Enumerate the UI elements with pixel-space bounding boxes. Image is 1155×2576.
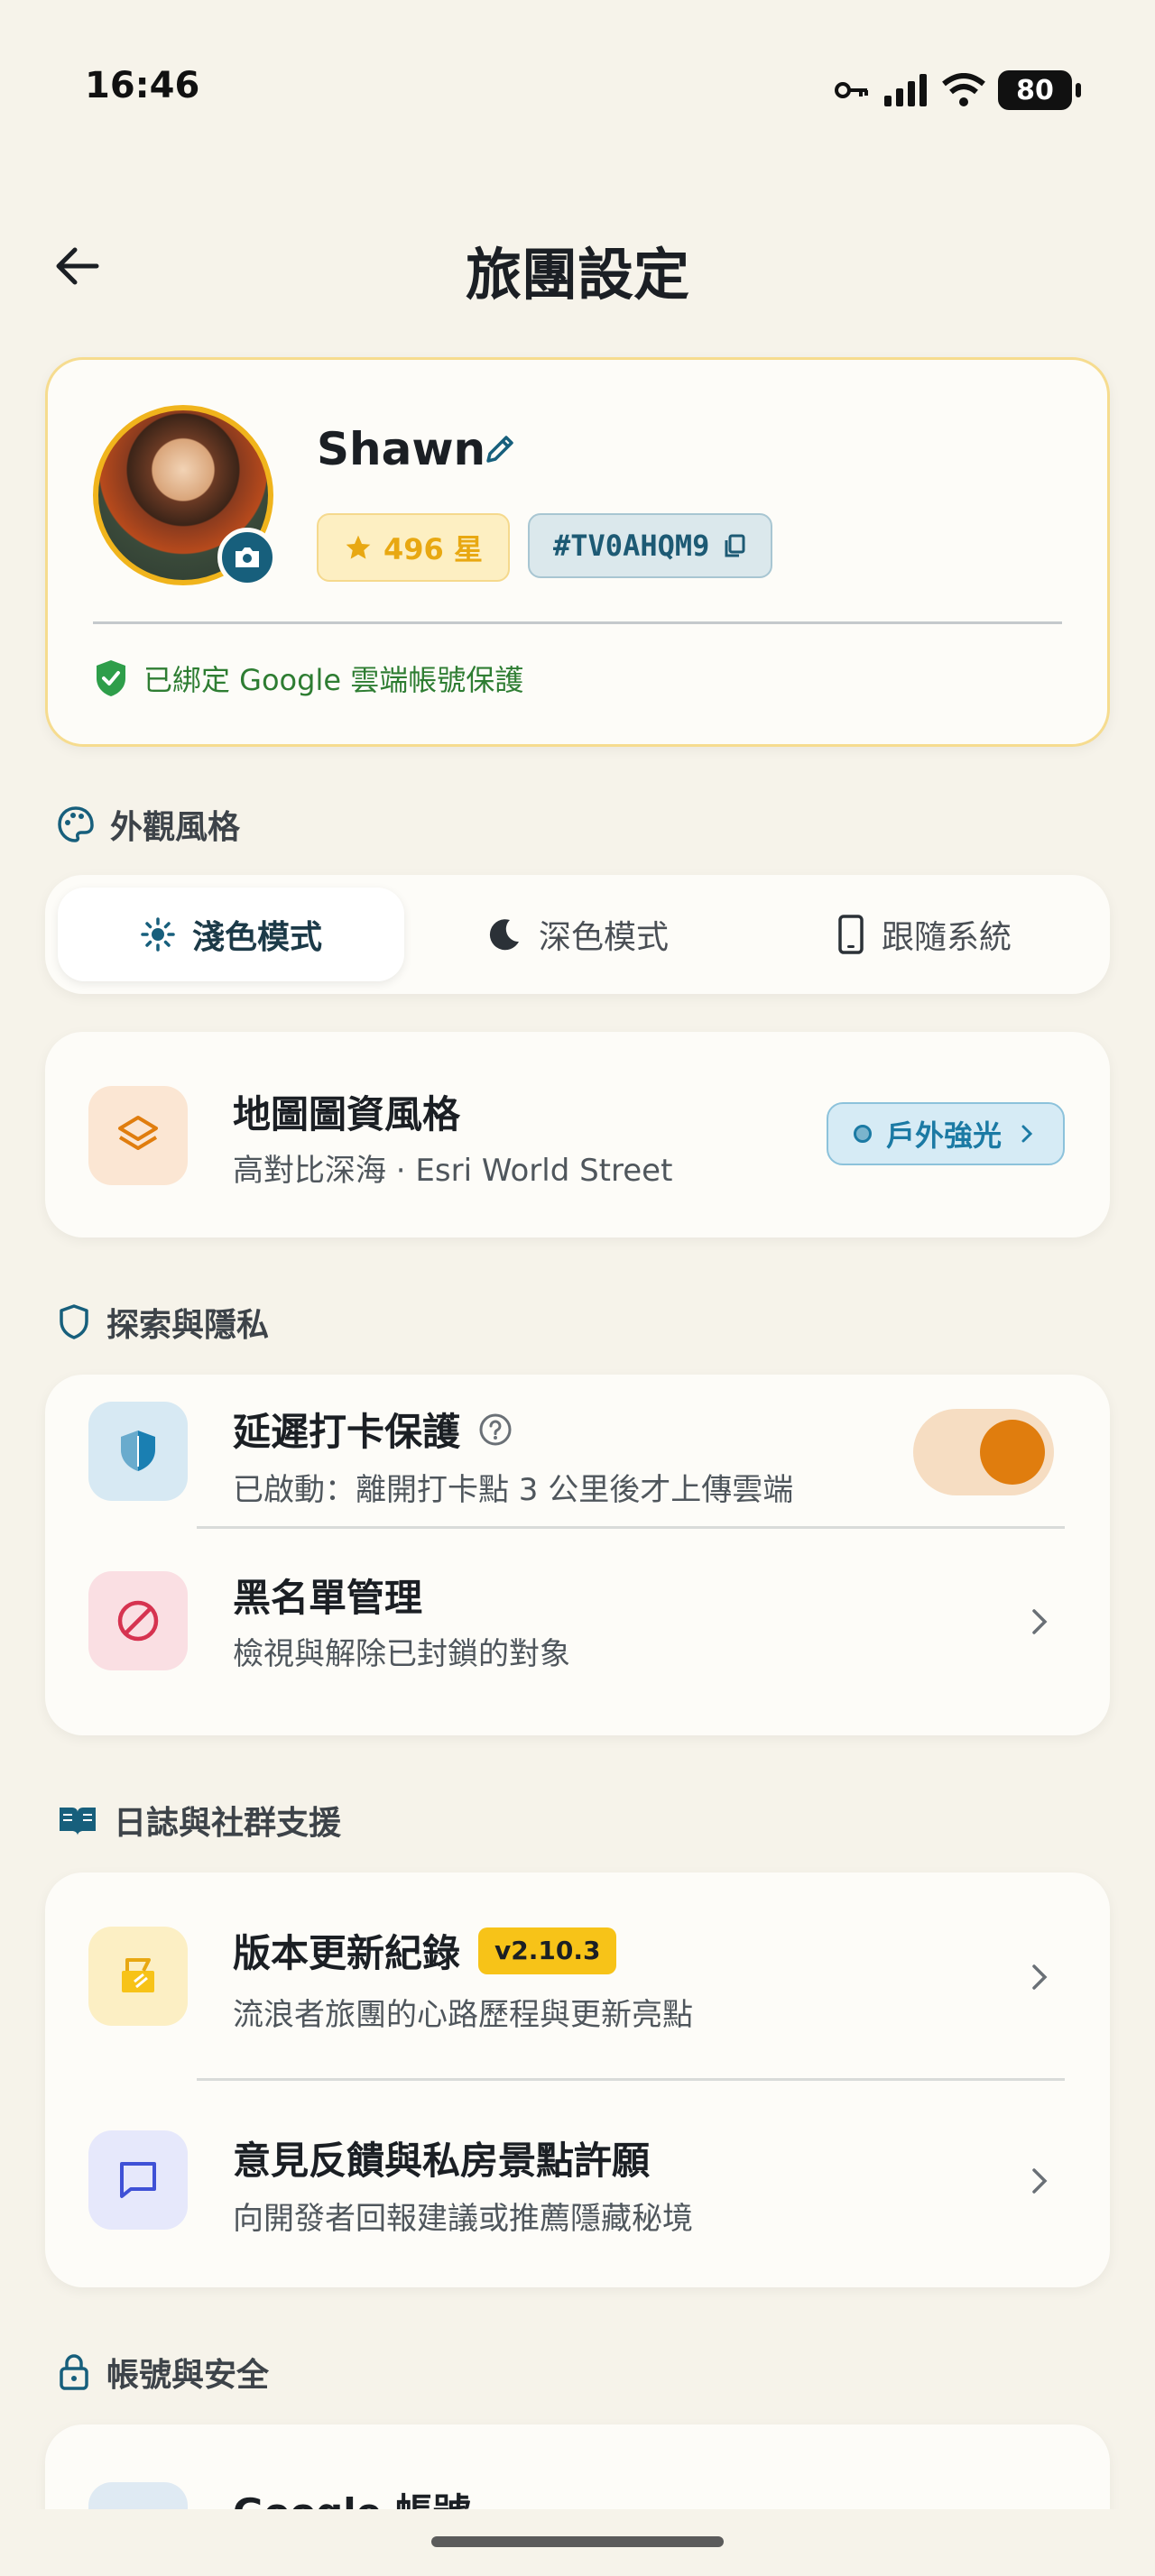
copy-icon — [725, 534, 745, 557]
moon-icon — [489, 919, 519, 951]
verified-shield-icon — [97, 660, 125, 696]
theme-dark-option[interactable]: 深色模式 — [404, 888, 751, 981]
map-style-card[interactable]: 地圖圖資風格 高對比深海 · Esri World Street 戶外強光 — [45, 1032, 1110, 1237]
section-support: 日誌與社群支援 — [56, 1797, 341, 1844]
divider — [93, 621, 1062, 624]
delay-toggle[interactable] — [913, 1409, 1054, 1495]
section-appearance: 外觀風格 — [56, 801, 240, 848]
theme-dark-label: 深色模式 — [538, 919, 669, 956]
help-icon[interactable] — [478, 1412, 513, 1447]
section-privacy-label: 探索與隱私 — [106, 1307, 270, 1344]
user-id-badge[interactable]: #TV0AHQM9 — [528, 513, 773, 578]
delay-checkin-row: 延遲打卡保護 已啟動：離開打卡點 3 公里後才上傳雲端 — [45, 1375, 1110, 1528]
release-notes-icon — [122, 1958, 154, 1992]
edit-name-icon[interactable] — [481, 428, 521, 468]
section-support-label: 日誌與社群支援 — [114, 1805, 342, 1842]
section-account: 帳號與安全 — [56, 2349, 269, 2396]
security-shield-icon — [121, 1431, 155, 1471]
status-icons: 80 — [834, 69, 1081, 112]
map-style-title-text: 地圖圖資風格 — [233, 1092, 461, 1136]
status-time: 16:46 — [85, 65, 200, 106]
lock-icon — [60, 2354, 88, 2390]
section-account-label: 帳號與安全 — [106, 2357, 270, 2394]
changelog-icon-box — [88, 1927, 188, 2026]
changelog-title-text: 版本更新紀錄 — [233, 1931, 461, 1975]
camera-icon — [236, 547, 259, 567]
feedback-icon-box — [88, 2130, 188, 2230]
book-icon — [60, 1808, 96, 1835]
profile-card: Shawn 496 星 #TV0AHQM9 已綁定 Google 雲端帳號保護 — [45, 357, 1110, 747]
delay-icon-box — [88, 1402, 188, 1501]
sun-icon — [141, 917, 175, 952]
status-bar: 16:46 80 — [0, 0, 1155, 180]
phone-icon — [838, 915, 864, 954]
chevron-right-icon — [1032, 1609, 1048, 1634]
changelog-subtitle: 流浪者旅團的心路歷程與更新亮點 — [233, 1997, 693, 2033]
google-status-text: 已綁定 Google 雲端帳號保護 — [143, 663, 524, 697]
delay-title: 延遲打卡保護 — [233, 1402, 513, 1457]
page-title: 旅團設定 — [465, 242, 689, 308]
user-id: #TV0AHQM9 — [553, 529, 710, 563]
theme-system-label: 跟隨系統 — [881, 919, 1012, 956]
header: 旅團設定 — [0, 216, 1155, 308]
chevron-right-icon — [1032, 2168, 1048, 2194]
map-mode-label: 戶外強光 — [885, 1118, 1002, 1153]
battery-indicator: 80 — [998, 70, 1081, 110]
toggle-knob — [980, 1420, 1045, 1485]
theme-system-option[interactable]: 跟隨系統 — [751, 888, 1097, 981]
feedback-row[interactable]: 意見反饋與私房景點許願 向開發者回報建議或推薦隱藏秘境 — [45, 2080, 1110, 2287]
stars-count: 496 星 — [383, 532, 483, 566]
section-appearance-label: 外觀風格 — [110, 809, 241, 846]
vpn-key-icon — [835, 82, 868, 98]
chevron-right-icon — [1021, 1125, 1033, 1143]
delay-title-text: 延遲打卡保護 — [233, 1410, 461, 1454]
palette-icon — [58, 806, 94, 842]
blacklist-title: 黑名單管理 — [233, 1568, 422, 1623]
map-layers-icon-box — [88, 1086, 188, 1185]
map-style-title: 地圖圖資風格 — [233, 1084, 460, 1139]
section-privacy: 探索與隱私 — [56, 1299, 269, 1346]
version-badge: v2.10.3 — [478, 1927, 617, 1974]
feedback-title-text: 意見反饋與私房景點許願 — [233, 2139, 651, 2183]
user-name: Shawn — [317, 423, 486, 475]
star-icon — [346, 535, 371, 559]
status-dot — [853, 1125, 872, 1143]
feedback-title: 意見反饋與私房景點許願 — [233, 2130, 650, 2185]
changelog-row[interactable]: 版本更新紀錄 v2.10.3 流浪者旅團的心路歷程與更新亮點 — [45, 1872, 1110, 2080]
chat-icon — [120, 2162, 156, 2198]
map-style-subtitle: 高對比深海 · Esri World Street — [233, 1153, 673, 1189]
feedback-subtitle: 向開發者回報建議或推薦隱藏秘境 — [233, 2201, 693, 2237]
shield-icon — [60, 1304, 88, 1339]
home-indicator[interactable] — [431, 2536, 724, 2547]
layers-icon — [118, 1116, 158, 1150]
stars-badge: 496 星 — [317, 513, 510, 582]
change-avatar-button[interactable] — [217, 528, 277, 587]
chevron-right-icon — [1032, 1964, 1048, 1990]
blacklist-title-text: 黑名單管理 — [233, 1576, 423, 1620]
theme-light-option[interactable]: 淺色模式 — [58, 888, 404, 981]
map-mode-pill[interactable]: 戶外強光 — [826, 1102, 1065, 1165]
support-card: 版本更新紀錄 v2.10.3 流浪者旅團的心路歷程與更新亮點 意見反饋與私房景點… — [45, 1872, 1110, 2287]
blacklist-icon-box — [88, 1571, 188, 1670]
theme-light-label: 淺色模式 — [191, 919, 322, 956]
theme-mode-selector: 淺色模式 深色模式 跟隨系統 — [45, 875, 1110, 994]
blacklist-row[interactable]: 黑名單管理 檢視與解除已封鎖的對象 — [45, 1528, 1110, 1735]
block-icon — [117, 1600, 159, 1642]
wifi-icon — [942, 73, 985, 106]
delay-subtitle: 已啟動：離開打卡點 3 公里後才上傳雲端 — [233, 1472, 794, 1508]
signal-icon — [884, 74, 927, 106]
google-bind-status: 已綁定 Google 雲端帳號保護 — [93, 658, 523, 699]
blacklist-subtitle: 檢視與解除已封鎖的對象 — [233, 1636, 570, 1672]
privacy-card: 延遲打卡保護 已啟動：離開打卡點 3 公里後才上傳雲端 黑名單管理 檢視與解除已… — [45, 1375, 1110, 1735]
changelog-title: 版本更新紀錄 v2.10.3 — [233, 1923, 617, 1978]
